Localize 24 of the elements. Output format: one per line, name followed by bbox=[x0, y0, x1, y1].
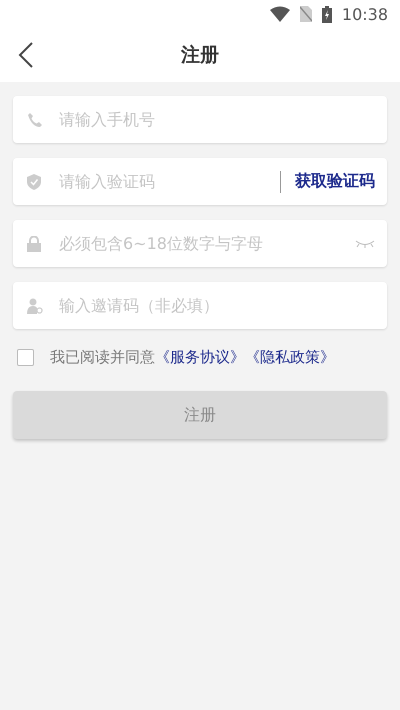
wifi-icon bbox=[270, 6, 290, 22]
input-field[interactable]: 必须包含6~18位数字与字母 bbox=[13, 220, 387, 267]
input-field[interactable]: 请输入验证码 获取验证码 bbox=[13, 158, 387, 205]
eye-closed-icon[interactable] bbox=[355, 238, 375, 248]
policy-link[interactable]: 《隐私政策》 bbox=[245, 348, 335, 366]
text-input[interactable]: 请输入验证码 bbox=[57, 171, 266, 192]
shield-icon bbox=[27, 174, 41, 190]
get-code-button[interactable]: 获取验证码 bbox=[295, 171, 375, 192]
text-input[interactable]: 请输入手机号 bbox=[57, 109, 375, 130]
agree-checkbox[interactable] bbox=[17, 348, 34, 366]
policy-link[interactable]: 《服务协议》 bbox=[155, 348, 245, 366]
page-title: 注册 bbox=[181, 43, 219, 68]
text-input[interactable]: 输入邀请码（非必填） bbox=[57, 295, 375, 316]
user-icon bbox=[27, 298, 43, 314]
input-field[interactable]: 请输入手机号 bbox=[13, 96, 387, 143]
text-input[interactable]: 必须包含6~18位数字与字母 bbox=[57, 233, 355, 254]
lock-icon bbox=[27, 236, 41, 252]
status-time: 10:38 bbox=[342, 4, 388, 24]
input-field[interactable]: 输入邀请码（非必填） bbox=[13, 282, 387, 329]
battery-icon bbox=[322, 6, 332, 22]
no-sim-icon bbox=[300, 6, 312, 22]
back-icon[interactable] bbox=[18, 42, 34, 68]
agreement-text: 我已阅读并同意 bbox=[50, 348, 155, 366]
phone-icon bbox=[27, 112, 43, 128]
